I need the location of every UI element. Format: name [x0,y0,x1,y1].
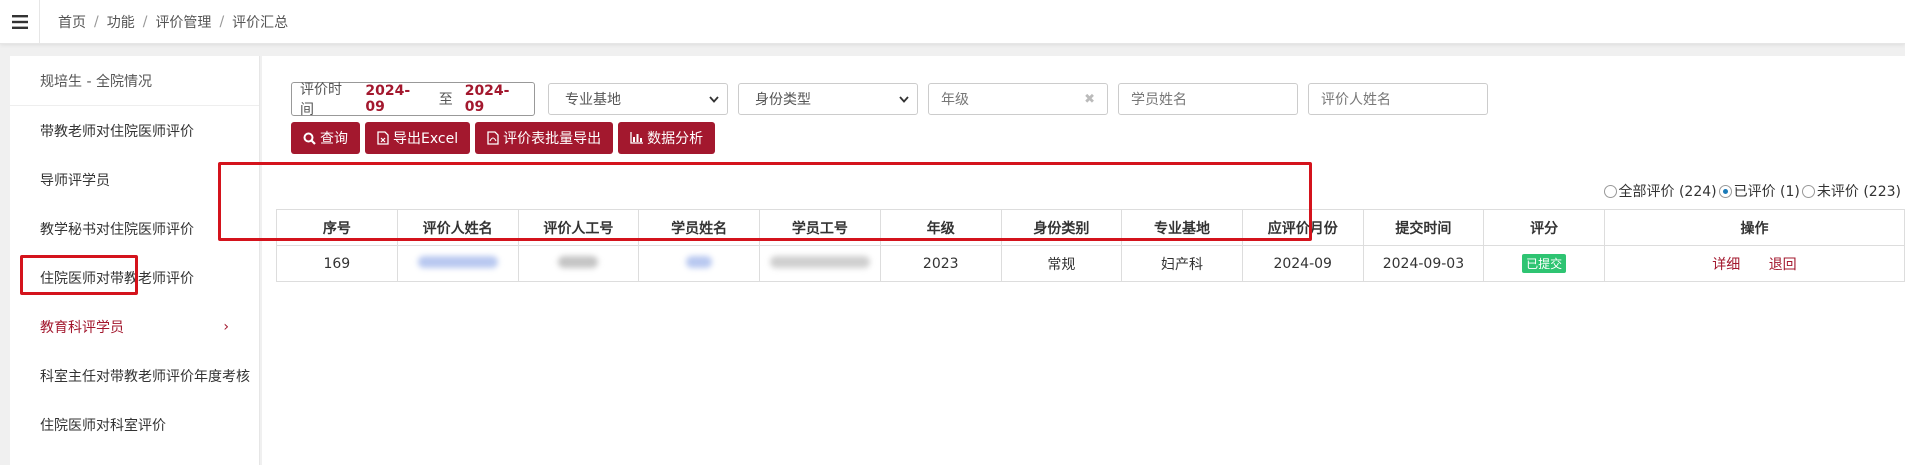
radio-evaluated[interactable]: 已评价 (1) [1718,181,1800,201]
breadcrumb-home[interactable]: 首页 [58,12,86,32]
identity-select-value: 身份类型 [755,92,811,108]
grade-input[interactable]: 年级 ✖ [928,83,1108,115]
hamburger-menu-icon[interactable] [0,0,40,44]
highlight-box-sidebar-item [20,255,138,295]
breadcrumb-separator: / [142,13,148,30]
cell-grade: 2023 [879,245,1002,282]
main-panel: 评价时间 2024-09 至 2024-09 专业基地 身份类型 年级 ✖ 学员… [262,56,1905,465]
radio-circle-icon [1801,184,1815,198]
export-excel-button[interactable]: 导出Excel [365,122,471,154]
redacted-student-id [769,255,870,268]
sidebar-item-label: 教学秘书对住院医师评价 [40,221,194,238]
cell-student-id [758,245,881,282]
breadcrumb-evaluation-management[interactable]: 评价管理 [155,12,211,32]
sidebar-item-education-dept-eval-student[interactable]: 教育科评学员 › [10,302,259,351]
file-pdf-icon [487,131,499,145]
radio-all-evaluations[interactable]: 全部评价 (224) [1603,181,1717,201]
top-bar: 首页 / 功能 / 评价管理 / 评价汇总 [0,0,1905,44]
chevron-down-icon [709,95,719,103]
cell-operation: 详细 退回 [1603,245,1905,282]
action-buttons: 查询 导出Excel 评价表批量导出 数据分析 [291,122,720,154]
student-name-placeholder: 学员姓名 [1131,92,1187,108]
search-button-label: 查询 [320,131,348,147]
radio-all-label: 全部评价 (224) [1618,184,1717,200]
sidebar-header: 规培生 - 全院情况 [10,56,259,106]
highlight-box-table [218,162,1312,241]
redacted-evaluator-id [558,255,599,268]
batch-export-button[interactable]: 评价表批量导出 [475,122,614,154]
sidebar-item-director-eval-teacher-annual[interactable]: 科室主任对带教老师评价年度考核 [10,351,259,400]
search-icon [303,132,316,145]
radio-not-evaluated[interactable]: 未评价 (223) [1801,181,1901,201]
cell-month: 2024-09 [1241,245,1364,282]
cell-identity: 常规 [1000,245,1123,282]
detail-link[interactable]: 详细 [1712,257,1740,273]
data-analysis-label: 数据分析 [647,131,704,147]
sidebar-item-label: 住院医师对科室评价 [40,417,166,434]
sidebar-item-teacher-eval-resident[interactable]: 带教老师对住院医师评价 [10,106,259,155]
column-header-submit-time: 提交时间 [1362,209,1485,246]
sidebar-item-label: 带教老师对住院医师评价 [40,123,194,140]
date-range-label: 评价时间 [300,82,342,118]
chevron-down-icon [899,95,909,103]
chevron-right-icon: › [223,318,229,335]
table-row: 169 2023 常规 妇产科 2024-09 2024-09-03 已提交 详… [276,245,1905,282]
breadcrumb-separator: / [219,13,225,30]
cell-evaluator-id [517,245,640,282]
column-header-score: 评分 [1483,209,1605,246]
bar-chart-icon [630,132,644,144]
specialty-select[interactable]: 专业基地 [548,83,728,115]
radio-not-evaluated-label: 未评价 (223) [1816,184,1901,200]
sidebar-item-label: 教育科评学员 [40,319,124,336]
cell-evaluator-name [396,245,519,282]
specialty-select-value: 专业基地 [565,92,621,108]
filter-bar: 评价时间 2024-09 至 2024-09 专业基地 身份类型 年级 ✖ 学员… [291,82,1488,118]
sidebar-item-label: 导师评学员 [40,172,110,189]
cell-score: 已提交 [1483,245,1605,282]
date-from-value[interactable]: 2024-09 [365,83,426,115]
grade-input-placeholder: 年级 [941,92,969,108]
clear-icon[interactable]: ✖ [1084,92,1095,107]
date-range-separator: 至 [438,92,453,108]
sidebar-item-label: 科室主任对带教老师评价年度考核 [40,368,250,385]
data-analysis-button[interactable]: 数据分析 [618,122,716,154]
search-button[interactable]: 查询 [291,122,360,154]
status-badge: 已提交 [1522,254,1567,273]
return-link[interactable]: 退回 [1769,257,1797,273]
redacted-evaluator-name[interactable] [417,255,498,268]
breadcrumb: 首页 / 功能 / 评价管理 / 评价汇总 [58,12,288,32]
sidebar-item-resident-eval-department[interactable]: 住院医师对科室评价 [10,400,259,449]
file-export-icon [377,131,389,145]
radio-evaluated-label: 已评价 (1) [1733,184,1800,200]
cell-specialty: 妇产科 [1121,245,1243,282]
radio-circle-icon [1603,184,1617,198]
breadcrumb-evaluation-summary: 评价汇总 [232,14,289,31]
batch-export-label: 评价表批量导出 [503,131,602,147]
evaluation-status-filter: 全部评价 (224) 已评价 (1) 未评价 (223) [1602,181,1901,201]
breadcrumb-function[interactable]: 功能 [107,12,135,32]
evaluator-name-placeholder: 评价人姓名 [1321,92,1391,108]
export-excel-label: 导出Excel [393,131,459,147]
evaluator-name-input[interactable]: 评价人姓名 [1308,83,1488,115]
cell-submit-time: 2024-09-03 [1362,245,1485,282]
breadcrumb-separator: / [94,13,99,30]
column-header-operation: 操作 [1603,209,1905,246]
date-to-value[interactable]: 2024-09 [465,83,526,115]
radio-selected-icon [1718,184,1732,198]
student-name-input[interactable]: 学员姓名 [1118,83,1298,115]
cell-student-name [638,245,760,282]
date-range-picker[interactable]: 评价时间 2024-09 至 2024-09 [291,82,535,118]
redacted-student-name[interactable] [686,255,713,268]
identity-select[interactable]: 身份类型 [738,83,918,115]
cell-index: 169 [276,245,398,282]
